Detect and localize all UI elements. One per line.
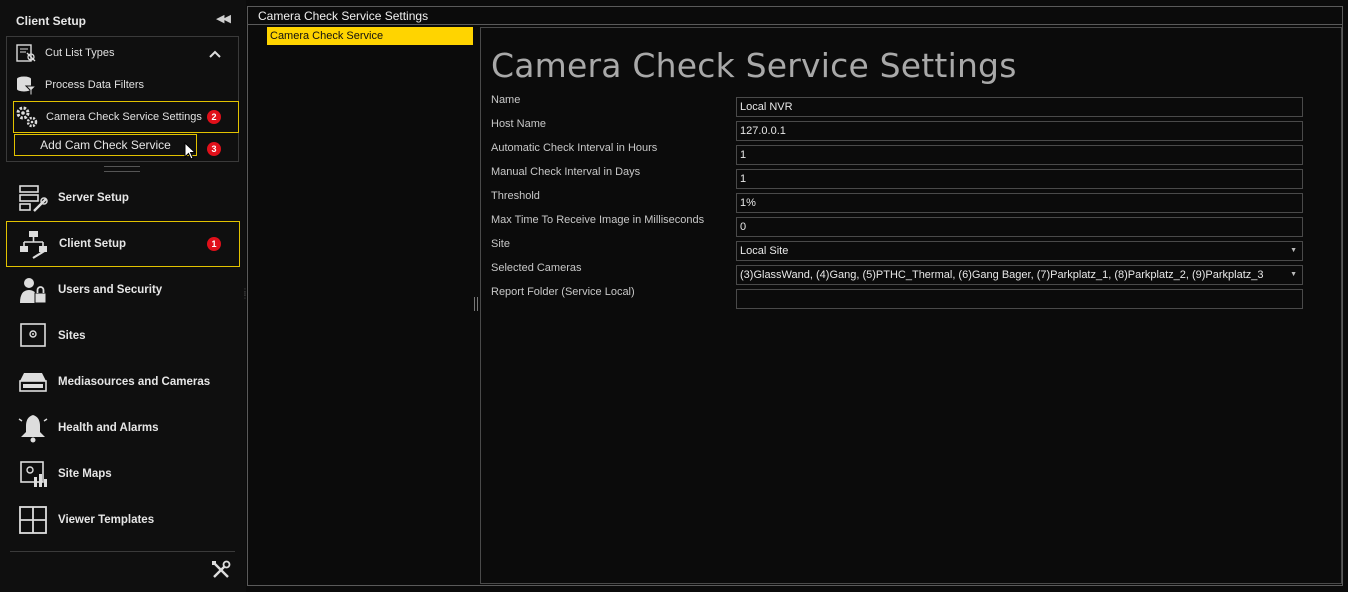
- nav-item-label: Health and Alarms: [58, 422, 159, 434]
- nav-item-label: Mediasources and Cameras: [58, 376, 211, 388]
- field-row-selected-cameras: Selected Cameras (3)GlassWand, (4)Gang, …: [491, 262, 1311, 285]
- bell-icon: [16, 411, 50, 445]
- nav-item-label: Site Maps: [58, 468, 112, 480]
- field-row-max-time: Max Time To Receive Image in Millisecond…: [491, 214, 1311, 237]
- chevron-down-icon[interactable]: ▼: [1290, 247, 1297, 254]
- resize-grip[interactable]: [104, 166, 140, 172]
- site-select-value: Local Site: [740, 245, 789, 257]
- mediasource-icon: [16, 365, 50, 399]
- nav-item-label: Users and Security: [58, 284, 163, 296]
- field-label: Host Name: [491, 118, 547, 130]
- field-label: Report Folder (Service Local): [491, 286, 635, 298]
- sidebar: Client Setup ◀◀ Cut List Types Process D…: [0, 0, 249, 592]
- field-row-manual-check-interval: Manual Check Interval in Days 1: [491, 166, 1311, 189]
- field-label: Name: [491, 94, 521, 106]
- field-label: Site: [491, 238, 510, 250]
- site-map-icon: [16, 457, 50, 491]
- step-badge: 3: [207, 142, 221, 156]
- chevron-up-icon[interactable]: [209, 47, 221, 61]
- nav-item-health-and-alarms[interactable]: Health and Alarms: [6, 406, 240, 450]
- host-name-field[interactable]: 127.0.0.1: [736, 121, 1303, 141]
- nav-item-users-and-security[interactable]: Users and Security: [6, 268, 240, 312]
- nav-item-label: Sites: [58, 330, 86, 342]
- client-setup-icon: [17, 227, 51, 261]
- double-chevron-left-icon[interactable]: ◀◀: [216, 12, 231, 25]
- nav-item-sites[interactable]: Sites: [6, 314, 240, 358]
- gears-icon: [14, 105, 40, 129]
- tools-icon[interactable]: [211, 560, 231, 583]
- main-header-title: Camera Check Service Settings: [248, 7, 1342, 25]
- sidebar-title: Client Setup: [16, 14, 87, 28]
- field-label: Max Time To Receive Image in Millisecond…: [491, 214, 705, 226]
- grid-icon: [16, 503, 50, 537]
- nav-item-label: Viewer Templates: [58, 514, 155, 526]
- sub-item-cut-list-types[interactable]: Cut List Types: [13, 39, 235, 67]
- max-time-field[interactable]: 0: [736, 217, 1303, 237]
- sub-item-process-data-filters[interactable]: Process Data Filters: [13, 71, 235, 99]
- selected-cameras-select[interactable]: (3)GlassWand, (4)Gang, (5)PTHC_Thermal, …: [736, 265, 1303, 285]
- settings-panel: Camera Check Service Settings Name Local…: [480, 27, 1342, 584]
- field-label: Selected Cameras: [491, 262, 582, 274]
- threshold-field[interactable]: 1%: [736, 193, 1303, 213]
- field-label: Threshold: [491, 190, 540, 202]
- chevron-down-icon[interactable]: ▼: [1290, 271, 1297, 278]
- divider: [10, 551, 235, 552]
- sub-item-label: Camera Check Service Settings: [46, 111, 202, 123]
- panel-splitter[interactable]: [474, 297, 478, 311]
- tree-item-camera-check-service[interactable]: Camera Check Service: [267, 27, 473, 45]
- sites-icon: [16, 319, 50, 353]
- site-select[interactable]: Local Site ▼: [736, 241, 1303, 261]
- name-field[interactable]: Local NVR: [736, 97, 1303, 117]
- manual-check-interval-field[interactable]: 1: [736, 169, 1303, 189]
- field-row-host-name: Host Name 127.0.0.1: [491, 118, 1311, 141]
- sub-item-camera-check-service-settings[interactable]: Camera Check Service Settings 2: [13, 101, 239, 133]
- field-row-name: Name Local NVR: [491, 94, 1311, 117]
- field-row-automatic-check-interval: Automatic Check Interval in Hours 1: [491, 142, 1311, 165]
- field-label: Automatic Check Interval in Hours: [491, 142, 658, 154]
- nav-item-viewer-templates[interactable]: Viewer Templates: [6, 498, 240, 542]
- add-cam-check-service-button[interactable]: Add Cam Check Service: [14, 134, 197, 156]
- nav-item-label: Client Setup: [59, 238, 127, 250]
- users-icon: [16, 273, 50, 307]
- step-badge: 2: [207, 110, 221, 124]
- mouse-cursor-icon: [184, 141, 197, 163]
- page-title: Camera Check Service Settings: [491, 46, 1017, 85]
- cut-list-icon: [13, 41, 39, 65]
- sub-item-label: Cut List Types: [45, 47, 115, 59]
- database-filter-icon: [13, 73, 39, 97]
- step-badge: 1: [207, 237, 221, 251]
- nav-item-server-setup[interactable]: Server Setup: [6, 176, 240, 220]
- nav-item-site-maps[interactable]: Site Maps: [6, 452, 240, 496]
- main-panel: Camera Check Service Settings Camera Che…: [247, 6, 1343, 586]
- selected-cameras-value: (3)GlassWand, (4)Gang, (5)PTHC_Thermal, …: [740, 269, 1264, 281]
- server-setup-icon: [16, 181, 50, 215]
- sub-item-label: Process Data Filters: [45, 79, 145, 91]
- field-row-report-folder: Report Folder (Service Local): [491, 286, 1311, 309]
- field-label: Manual Check Interval in Days: [491, 166, 641, 178]
- nav-item-client-setup[interactable]: Client Setup 1: [6, 221, 240, 267]
- field-row-threshold: Threshold 1%: [491, 190, 1311, 213]
- nav-item-mediasources-and-cameras[interactable]: Mediasources and Cameras: [6, 360, 240, 404]
- nav-item-label: Server Setup: [58, 192, 129, 204]
- automatic-check-interval-field[interactable]: 1: [736, 145, 1303, 165]
- report-folder-field[interactable]: [736, 289, 1303, 309]
- field-row-site: Site Local Site ▼: [491, 238, 1311, 261]
